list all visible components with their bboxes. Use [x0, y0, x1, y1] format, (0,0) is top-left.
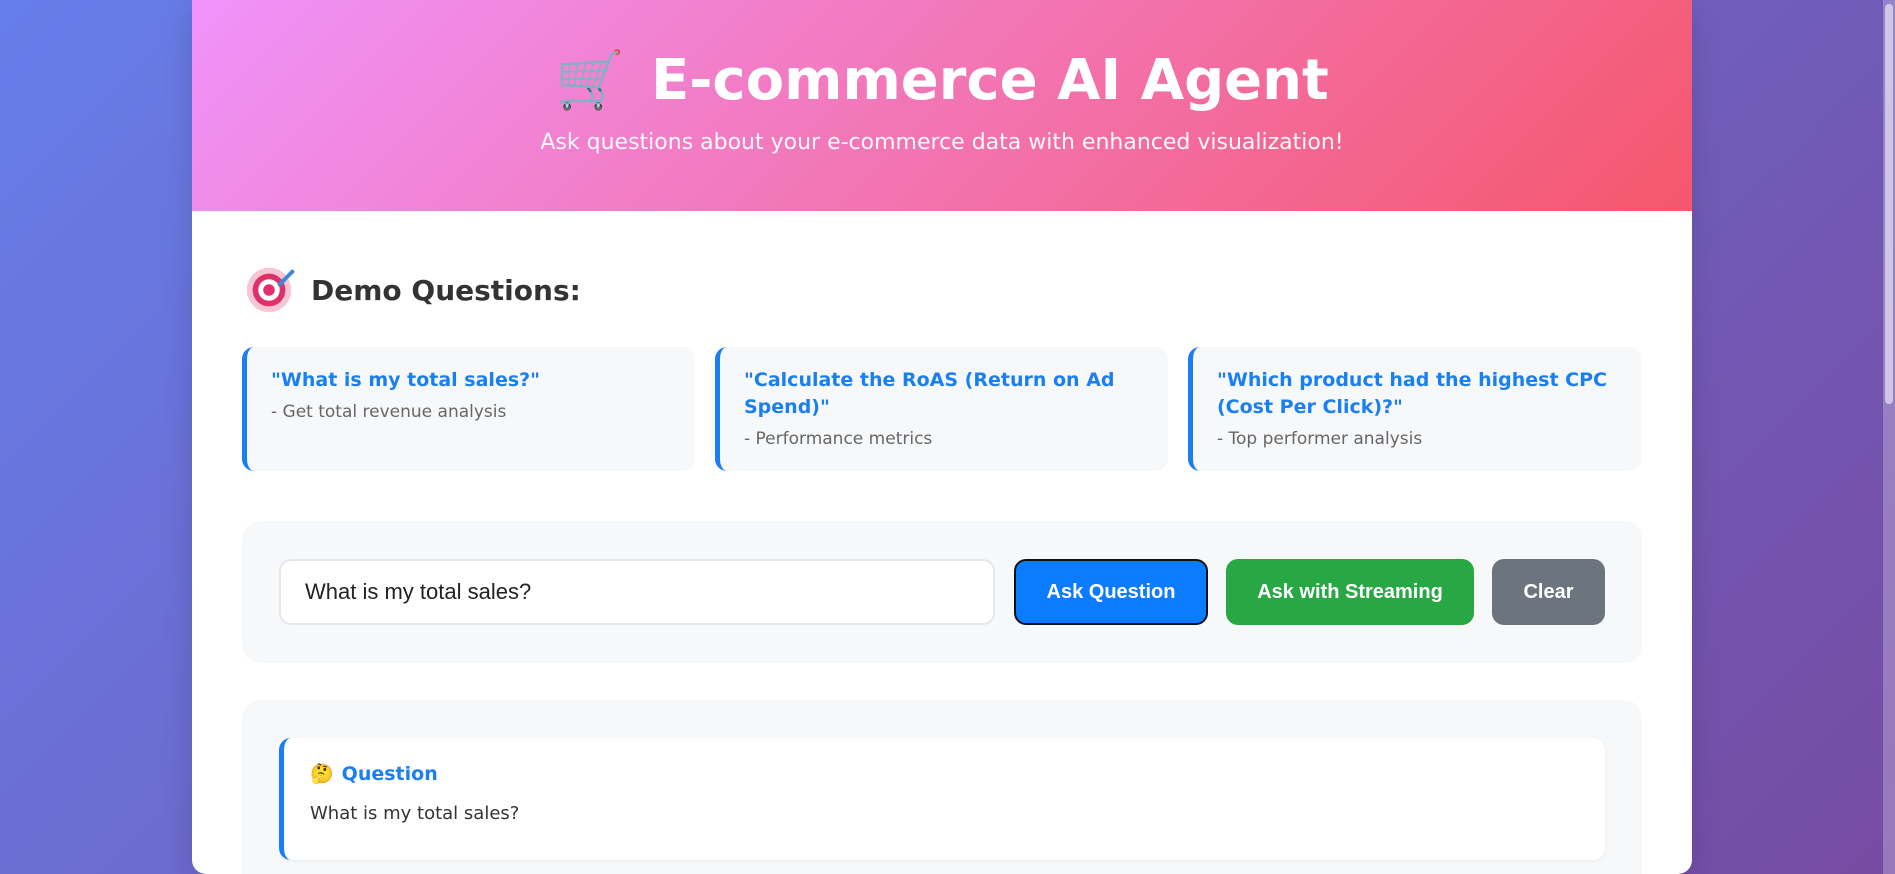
page-scrollbar[interactable] [1883, 0, 1895, 874]
demo-question-card[interactable]: "Which product had the highest CPC (Cost… [1188, 347, 1641, 471]
question-input-panel: Ask Question Ask with Streaming Clear [242, 521, 1642, 663]
demo-question-text: "What is my total sales?" [271, 369, 541, 391]
header: 🛒 E-commerce AI Agent Ask questions abou… [192, 0, 1692, 211]
demo-question-description: - Performance metrics [744, 429, 933, 449]
demo-questions-heading: Demo Questions: [247, 268, 581, 312]
question-text: What is my total sales? [310, 803, 520, 824]
thinking-face-icon: 🤔 [310, 763, 334, 785]
results-panel: 🤔 Question What is my total sales? [242, 700, 1642, 874]
demo-question-text: "Which product had the highest CPC (Cost… [1217, 369, 1607, 418]
question-card: 🤔 Question What is my total sales? [279, 738, 1605, 860]
question-input[interactable] [279, 559, 995, 625]
demo-question-description: - Top performer analysis [1217, 429, 1423, 449]
demo-question-card[interactable]: "What is my total sales?" - Get total re… [242, 347, 695, 471]
scrollbar-thumb[interactable] [1885, 4, 1893, 404]
demo-questions-list: "What is my total sales?" - Get total re… [242, 347, 1641, 471]
clear-button[interactable]: Clear [1492, 559, 1605, 625]
ask-question-button[interactable]: Ask Question [1014, 559, 1208, 625]
demo-question-card[interactable]: "Calculate the RoAS (Return on Ad Spend)… [715, 347, 1168, 471]
question-label: 🤔 Question [310, 762, 1579, 786]
ask-streaming-button[interactable]: Ask with Streaming [1226, 559, 1474, 625]
demo-question-description: - Get total revenue analysis [271, 402, 507, 422]
demo-questions-title: Demo Questions: [311, 273, 581, 307]
shopping-cart-icon: 🛒 [555, 48, 625, 113]
target-icon [247, 268, 291, 312]
page-subtitle: Ask questions about your e-commerce data… [540, 130, 1344, 155]
question-label-text: Question [341, 762, 438, 785]
page-title-text: E-commerce AI Agent [650, 48, 1329, 113]
main-container: 🛒 E-commerce AI Agent Ask questions abou… [192, 0, 1692, 874]
page-title: 🛒 E-commerce AI Agent [192, 46, 1692, 116]
demo-question-text: "Calculate the RoAS (Return on Ad Spend)… [744, 369, 1115, 418]
